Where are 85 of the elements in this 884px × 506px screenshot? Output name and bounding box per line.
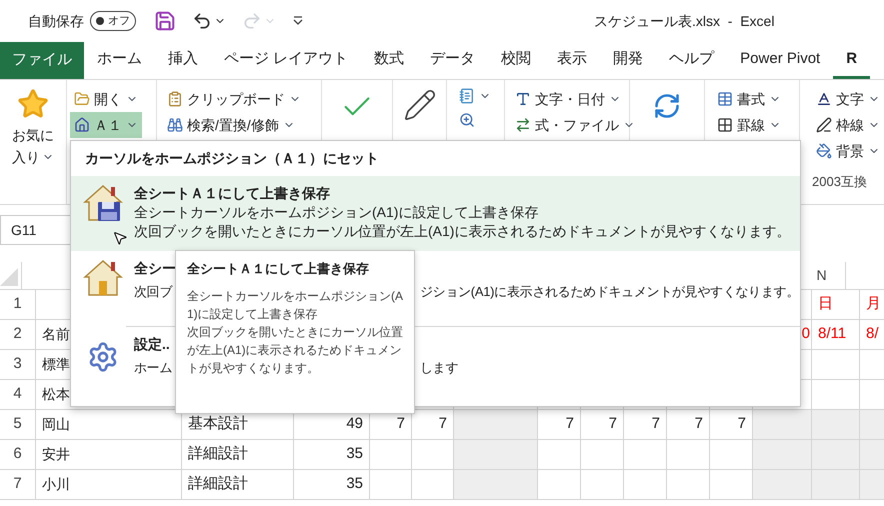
formula-file-button[interactable]: 式・ファイル [511,112,639,138]
ribbon-tab[interactable]: 開発 [600,42,656,79]
ribbon-tab[interactable]: Power Pivot [727,42,834,79]
binoculars-icon [167,117,183,133]
corner-cell[interactable] [0,262,22,289]
ribbon-tab[interactable]: 数式 [361,42,418,79]
autosave-label: 自動保存 [28,12,84,30]
menu-item-title: 全シートＡ１にして上書き保存 [134,184,330,203]
ribbon-tab[interactable]: 表示 [544,42,600,79]
autosave-toggle[interactable]: オフ [90,11,136,31]
notebook-button[interactable] [459,88,491,104]
menu-item-description: します [420,359,458,377]
redo-icon [242,11,262,31]
font-color-button[interactable]: 文字 [812,86,884,112]
text-date-button[interactable]: 文字・日付 [511,86,625,112]
ribbon-tab[interactable]: データ [417,42,488,79]
ribbon-tab[interactable]: ホーム [84,42,155,79]
table-cell: 月 [860,290,884,319]
menu-item-title: 全シー [134,259,176,278]
menu-item-description: 次回ブックを開いたときにカーソル位置が左上(A1)に表示されるためドキュメントが見やすくなります。 [134,222,790,241]
tooltip-text: 全シートカーソルをホームポジション(A1)に設定して上書き保存 [187,288,403,322]
undo-button[interactable] [192,11,226,31]
border-button[interactable]: 罫線 [713,112,785,138]
table-icon [717,91,733,107]
open-button[interactable]: 開く [70,86,142,112]
text-icon [515,91,531,107]
menu-item-description: 次回ブ [134,283,172,301]
row-header[interactable]: 7 [0,470,36,499]
notebook-icon [459,88,475,104]
table-cell: 8/11 [812,320,860,349]
favorites-button[interactable]: お気に 入り [12,124,54,168]
menu-item-description: ジション(A1)に表示されるためドキュメントが見やすくなります。 [420,283,799,301]
house-icon [82,257,124,297]
grid-icon [717,117,733,133]
clipboard-button[interactable]: クリップボード [163,86,305,112]
customize-toolbar-icon[interactable] [292,16,304,26]
table-cell: 7 [624,410,667,439]
tooltip-title: 全シートＡ１にして上書き保存 [187,260,370,278]
row-header[interactable]: 5 [0,410,36,439]
star-icon [17,88,49,120]
row-header[interactable]: 1 [0,290,36,319]
row-header[interactable]: 4 [0,380,36,409]
table-cell: 8/ [860,320,884,349]
table-cell: 詳細設計 [182,440,294,469]
a1-button[interactable]: Ａ１ [70,112,142,138]
ribbon-tab[interactable]: 挿入 [155,42,211,79]
format-button[interactable]: 書式 [713,86,785,112]
row-header[interactable]: 2 [0,320,36,349]
table-cell: 35 [294,440,370,469]
group-label: 2003互換 [812,173,867,191]
table-cell: 7 [667,410,710,439]
menu-item-description: 全シートカーソルをホームポジション(A1)に設定して上書き保存 [134,203,538,222]
folder-icon [74,91,90,107]
frame-button[interactable]: 枠線 [812,112,884,138]
paint-bucket-icon [816,143,832,159]
undo-icon [192,11,212,31]
zoom-icon[interactable] [459,112,475,128]
search-replace-button[interactable]: 検索/置換/修飾 [163,112,299,138]
table-cell: 詳細設計 [182,470,294,499]
row-header[interactable]: 6 [0,440,36,469]
table-cell: 小川 [36,470,182,499]
background-button[interactable]: 背景 [812,138,884,164]
pencil-icon[interactable] [402,88,436,122]
table-cell: 7 [581,410,624,439]
table-cell: 35 [294,470,370,499]
table-cell: 日 [812,290,860,319]
table-cell: 7 [538,410,581,439]
window-title: スケジュール表.xlsx - Excel [594,12,774,30]
menu-item-description: ホーム [134,359,172,377]
table-cell: 安井 [36,440,182,469]
arrows-icon [515,117,531,133]
font-color-icon [816,91,832,107]
ribbon-tab[interactable]: ヘルプ [656,42,728,79]
ribbon-tab[interactable]: 校閲 [488,42,544,79]
menu-header: カーソルをホームポジション（Ａ１）にセット [85,149,379,168]
house-floppy-icon [82,182,124,222]
ribbon-tab[interactable]: ページ レイアウト [211,42,362,79]
pen-icon [816,117,832,133]
file-tab[interactable]: ファイル [0,42,84,79]
menu-item[interactable]: 全シートＡ１にして上書き保存 全シートカーソルをホームポジション(A1)に設定して上書き保存 次回ブックを開いたときにカーソル位置が左上(A1)に表示されるためドキュメントが見やすくなります。 [71,176,800,251]
refresh-icon[interactable] [653,92,681,120]
row-header[interactable]: 3 [0,350,36,379]
save-icon[interactable] [154,10,176,32]
clipboard-icon [167,91,183,107]
house-icon [74,117,90,133]
